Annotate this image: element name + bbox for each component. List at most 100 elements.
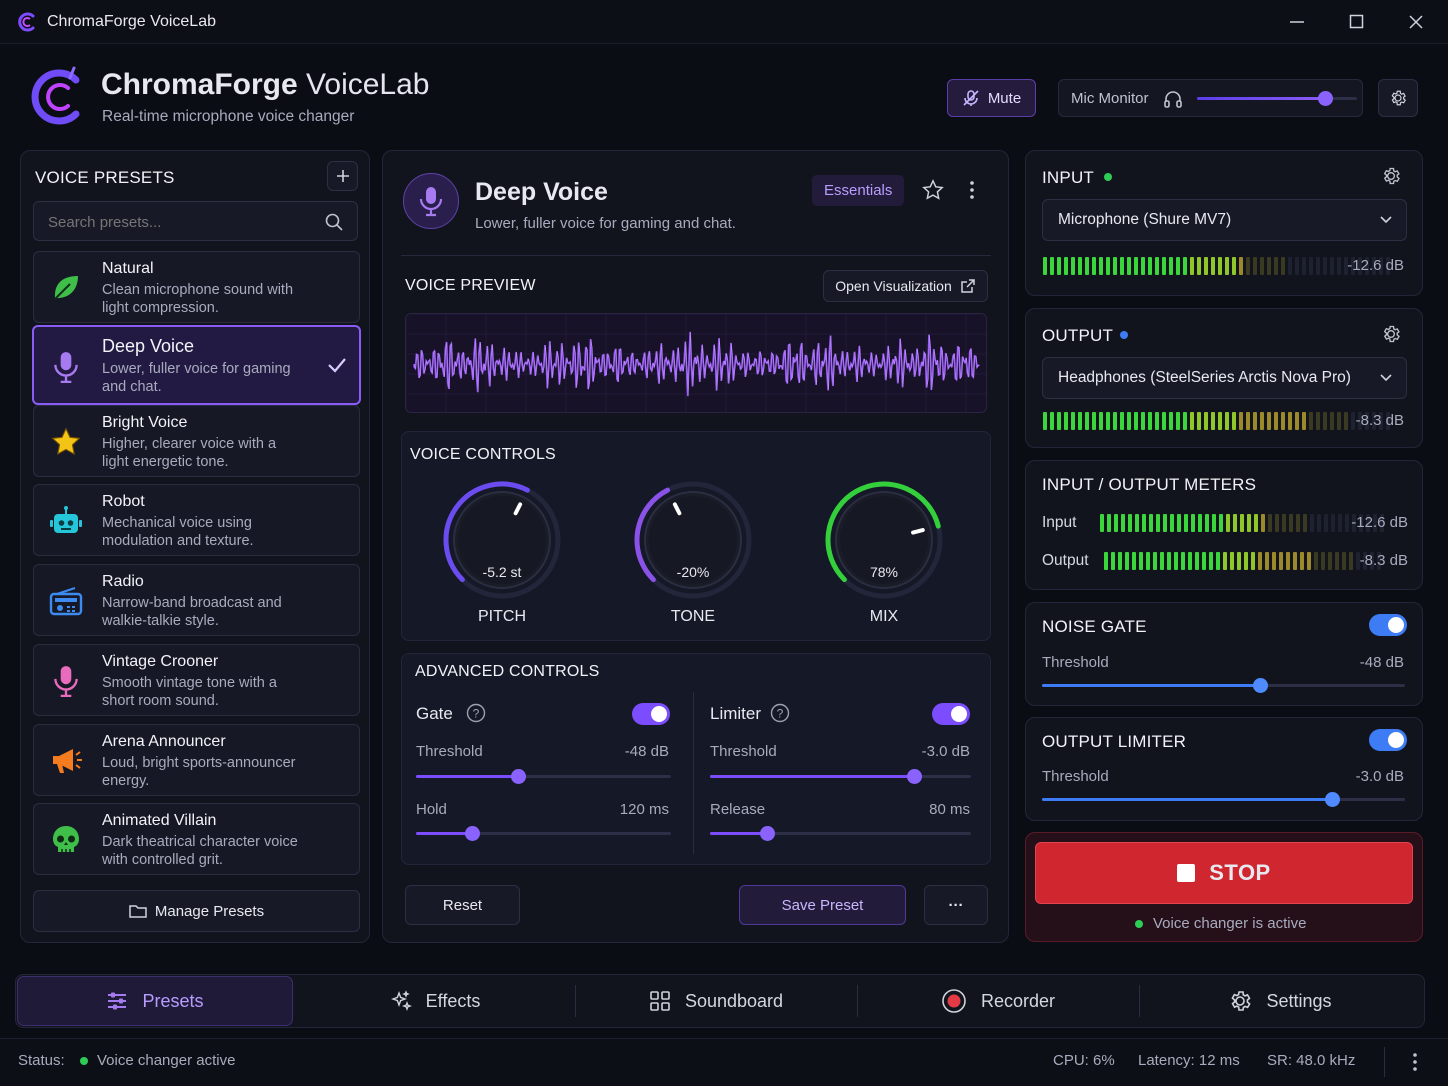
preset-name: Vintage Crooner — [102, 653, 219, 670]
close-icon[interactable] — [1408, 14, 1424, 30]
mic-monitor-slider[interactable] — [1197, 91, 1357, 106]
gate-hold-thumb[interactable] — [465, 826, 481, 841]
preset-desc: Higher, clearer voice with a light energ… — [102, 436, 277, 470]
nav-effects[interactable]: Effects — [296, 976, 574, 1026]
star-icon — [48, 424, 84, 460]
sparkles-icon — [390, 990, 412, 1012]
mute-button[interactable]: Mute — [947, 79, 1036, 117]
knob-mix[interactable]: 78% MIX — [822, 478, 946, 638]
preset-desc: Loud, bright sports-announcer energy. — [102, 755, 296, 789]
limiter-release-slider[interactable] — [710, 826, 971, 841]
plus-icon — [336, 170, 349, 182]
preset-item-animated-villain[interactable]: Animated Villain Dark theatrical charact… — [33, 803, 360, 875]
preset-name: Robot — [102, 493, 145, 510]
more-vertical-icon[interactable] — [1408, 1051, 1422, 1073]
open-visualization-button[interactable]: Open Visualization — [823, 270, 988, 302]
microphone-icon — [48, 663, 84, 699]
output-panel: OUTPUT Headphones (SteelSeries Arctis No… — [1025, 308, 1423, 448]
noise-gate-title: NOISE GATE — [1042, 617, 1147, 636]
help-icon[interactable]: ? — [466, 703, 486, 723]
gate-hold-slider[interactable] — [416, 826, 671, 841]
knob-value: -20% — [676, 564, 710, 580]
status-label: Status: — [18, 1052, 65, 1069]
input-device-value: Microphone (Shure MV7) — [1058, 211, 1232, 228]
star-favorite-icon[interactable] — [922, 179, 944, 201]
sliders-icon — [108, 992, 127, 1010]
megaphone-icon — [48, 743, 84, 779]
essentials-tag[interactable]: Essentials — [812, 175, 905, 206]
preset-item-vintage-crooner[interactable]: Vintage Crooner Smooth vintage tone with… — [33, 644, 360, 716]
preset-item-robot[interactable]: Robot Mechanical voice using modulation … — [33, 484, 360, 556]
noise-gate-slider[interactable] — [1042, 678, 1405, 693]
add-preset-button[interactable] — [327, 161, 358, 191]
mic-monitor-thumb[interactable] — [1318, 91, 1333, 106]
microphone-icon — [419, 187, 443, 217]
gate-threshold-thumb[interactable] — [511, 769, 526, 784]
app-logo-icon — [18, 12, 35, 32]
app-subtitle: Real-time microphone voice changer — [102, 108, 355, 125]
title-bar: ChromaForge VoiceLab — [0, 0, 1448, 44]
knob-pitch[interactable]: -5.2 st PITCH — [440, 478, 564, 638]
stop-button[interactable]: STOP — [1035, 842, 1413, 904]
preset-name: Natural — [102, 260, 154, 277]
mute-label: Mute — [987, 89, 1022, 107]
knob-dial[interactable] — [822, 478, 946, 602]
preset-item-natural[interactable]: Natural Clean microphone sound with ligh… — [33, 251, 360, 323]
nav-settings-label: Settings — [1266, 990, 1332, 1011]
output-limiter-toggle[interactable] — [1369, 729, 1407, 751]
knob-dial[interactable] — [631, 478, 755, 602]
save-preset-button[interactable]: Save Preset — [739, 885, 906, 925]
search-icon[interactable] — [324, 212, 344, 232]
gate-threshold-slider[interactable] — [416, 769, 671, 784]
limiter-release-label: Release — [710, 801, 766, 818]
reset-button[interactable]: Reset — [405, 885, 520, 925]
skull-icon — [48, 822, 84, 858]
io-meters-panel: INPUT / OUTPUT METERS Input -12.6 dB Out… — [1025, 460, 1423, 590]
io-output-meter — [1104, 552, 1381, 570]
manage-presets-button[interactable]: Manage Presets — [33, 890, 360, 932]
preset-editor-panel: Deep Voice Lower, fuller voice for gamin… — [382, 150, 1009, 943]
search-input[interactable] — [48, 211, 318, 233]
more-vertical-icon[interactable] — [965, 180, 979, 200]
nav-recorder[interactable]: Recorder — [858, 976, 1138, 1026]
more-options-button[interactable]: ··· — [924, 885, 988, 925]
help-icon[interactable]: ? — [770, 703, 790, 723]
gate-hold-label: Hold — [416, 801, 447, 818]
active-status-dot — [1135, 920, 1143, 928]
input-device-select[interactable]: Microphone (Shure MV7) — [1042, 199, 1407, 241]
output-limiter-slider[interactable] — [1042, 792, 1405, 807]
preset-item-radio[interactable]: Radio Narrow-band broadcast and walkie-t… — [33, 564, 360, 636]
stop-panel: STOP Voice changer is active — [1025, 832, 1423, 942]
nav-soundboard[interactable]: Soundboard — [576, 976, 856, 1026]
preset-desc: Lower, fuller voice for gaming and chat. — [102, 361, 291, 395]
preset-item-bright-voice[interactable]: Bright Voice Higher, clearer voice with … — [33, 405, 360, 477]
knob-tone[interactable]: -20% TONE — [631, 478, 755, 638]
gear-icon — [1391, 90, 1406, 106]
noise-gate-toggle[interactable] — [1369, 614, 1407, 636]
nav-settings[interactable]: Settings — [1140, 976, 1420, 1026]
nav-presets[interactable]: Presets — [17, 976, 293, 1026]
window-title: ChromaForge VoiceLab — [47, 13, 216, 30]
io-meters-title: INPUT / OUTPUT METERS — [1042, 475, 1257, 494]
brand-logo-icon — [31, 66, 80, 125]
preset-item-deep-voice[interactable]: Deep Voice Lower, fuller voice for gamin… — [32, 325, 361, 405]
output-limiter-thumb[interactable] — [1325, 792, 1341, 807]
input-panel: INPUT Microphone (Shure MV7) -12.6 dB — [1025, 150, 1423, 296]
gate-toggle[interactable] — [632, 703, 670, 725]
limiter-threshold-thumb[interactable] — [906, 769, 922, 784]
limiter-threshold-slider[interactable] — [710, 769, 971, 784]
output-device-select[interactable]: Headphones (SteelSeries Arctis Nova Pro) — [1042, 357, 1407, 399]
limiter-release-thumb[interactable] — [760, 826, 776, 841]
header-settings-button[interactable] — [1378, 79, 1418, 117]
limiter-label: Limiter — [710, 704, 762, 723]
noise-gate-thumb[interactable] — [1252, 678, 1268, 693]
output-settings-gear-icon[interactable] — [1381, 324, 1401, 344]
input-settings-gear-icon[interactable] — [1381, 166, 1401, 186]
io-input-label: Input — [1042, 514, 1077, 531]
minimize-icon[interactable] — [1289, 14, 1305, 30]
limiter-toggle[interactable] — [932, 703, 970, 725]
preset-item-arena-announcer[interactable]: Arena Announcer Loud, bright sports-anno… — [33, 724, 360, 796]
knob-dial[interactable] — [440, 478, 564, 602]
voice-controls-section: VOICE CONTROLS -5.2 st PITCH -20% TONE 7… — [401, 431, 991, 641]
maximize-icon[interactable] — [1349, 14, 1365, 30]
